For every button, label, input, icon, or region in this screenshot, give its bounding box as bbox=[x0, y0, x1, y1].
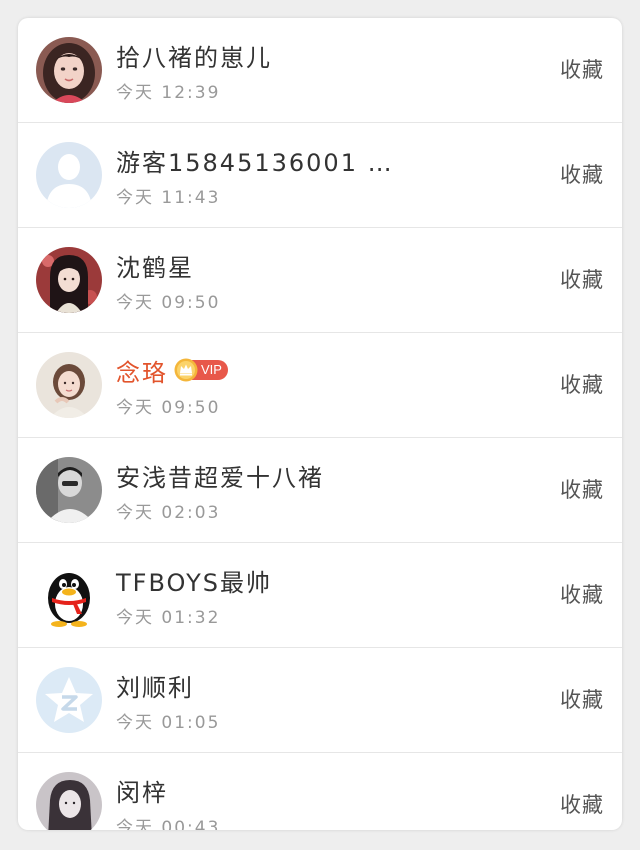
collect-button[interactable]: 收藏 bbox=[560, 159, 604, 189]
contact-name: TFBOYS最帅 bbox=[116, 568, 272, 597]
list-item[interactable]: 念珞 VIP 今天 09:50 收藏 bbox=[18, 333, 622, 438]
list-item[interactable]: 游客15845136001 … 今天 11:43 收藏 bbox=[18, 123, 622, 228]
visit-time: 今天 11:43 bbox=[116, 188, 221, 208]
anime-avatar-icon[interactable] bbox=[36, 247, 102, 313]
vip-badge: VIP bbox=[174, 358, 228, 382]
contact-name: 安浅昔超爱十八褚 bbox=[116, 463, 324, 492]
visitor-list: 拾八褚的崽儿 今天 12:39 收藏 游客15845136001 … 今天 11… bbox=[18, 18, 622, 830]
collect-button[interactable]: 收藏 bbox=[560, 264, 604, 294]
contact-name: 拾八褚的崽儿 bbox=[116, 43, 272, 72]
penguin-avatar-icon[interactable] bbox=[36, 562, 102, 628]
default-user-avatar-icon[interactable] bbox=[36, 142, 102, 208]
visit-time: 今天 02:03 bbox=[116, 503, 221, 523]
visit-time: 今天 12:39 bbox=[116, 83, 221, 103]
list-item[interactable]: 闵梓 今天 00:43 收藏 bbox=[18, 753, 622, 830]
contact-name: 刘顺利 bbox=[116, 673, 194, 702]
contact-name: 沈鹤星 bbox=[116, 253, 194, 282]
collect-button[interactable]: 收藏 bbox=[560, 474, 604, 504]
photo-avatar-girl-icon[interactable] bbox=[36, 37, 102, 103]
collect-button[interactable]: 收藏 bbox=[560, 579, 604, 609]
contact-name: 念珞 bbox=[116, 358, 168, 387]
collect-button[interactable]: 收藏 bbox=[560, 684, 604, 714]
photo-avatar-girl-light-icon[interactable] bbox=[36, 352, 102, 418]
list-item[interactable]: TFBOYS最帅 今天 01:32 收藏 bbox=[18, 543, 622, 648]
visit-time: 今天 00:43 bbox=[116, 818, 221, 830]
monochrome-photo-avatar-icon[interactable] bbox=[36, 457, 102, 523]
crown-icon bbox=[174, 358, 198, 382]
list-item[interactable]: 沈鹤星 今天 09:50 收藏 bbox=[18, 228, 622, 333]
visit-time: 今天 09:50 bbox=[116, 293, 221, 313]
qzone-star-avatar-icon[interactable] bbox=[36, 667, 102, 733]
visit-time: 今天 09:50 bbox=[116, 398, 221, 418]
collect-button[interactable]: 收藏 bbox=[560, 789, 604, 819]
collect-button[interactable]: 收藏 bbox=[560, 54, 604, 84]
grayscale-portrait-avatar-icon[interactable] bbox=[36, 772, 102, 830]
contact-name: 游客15845136001 … bbox=[116, 148, 394, 177]
list-item[interactable]: 拾八褚的崽儿 今天 12:39 收藏 bbox=[18, 18, 622, 123]
list-item[interactable]: 安浅昔超爱十八褚 今天 02:03 收藏 bbox=[18, 438, 622, 543]
visit-time: 今天 01:05 bbox=[116, 713, 221, 733]
collect-button[interactable]: 收藏 bbox=[560, 369, 604, 399]
contact-name: 闵梓 bbox=[116, 778, 168, 807]
visit-time: 今天 01:32 bbox=[116, 608, 221, 628]
list-item[interactable]: 刘顺利 今天 01:05 收藏 bbox=[18, 648, 622, 753]
